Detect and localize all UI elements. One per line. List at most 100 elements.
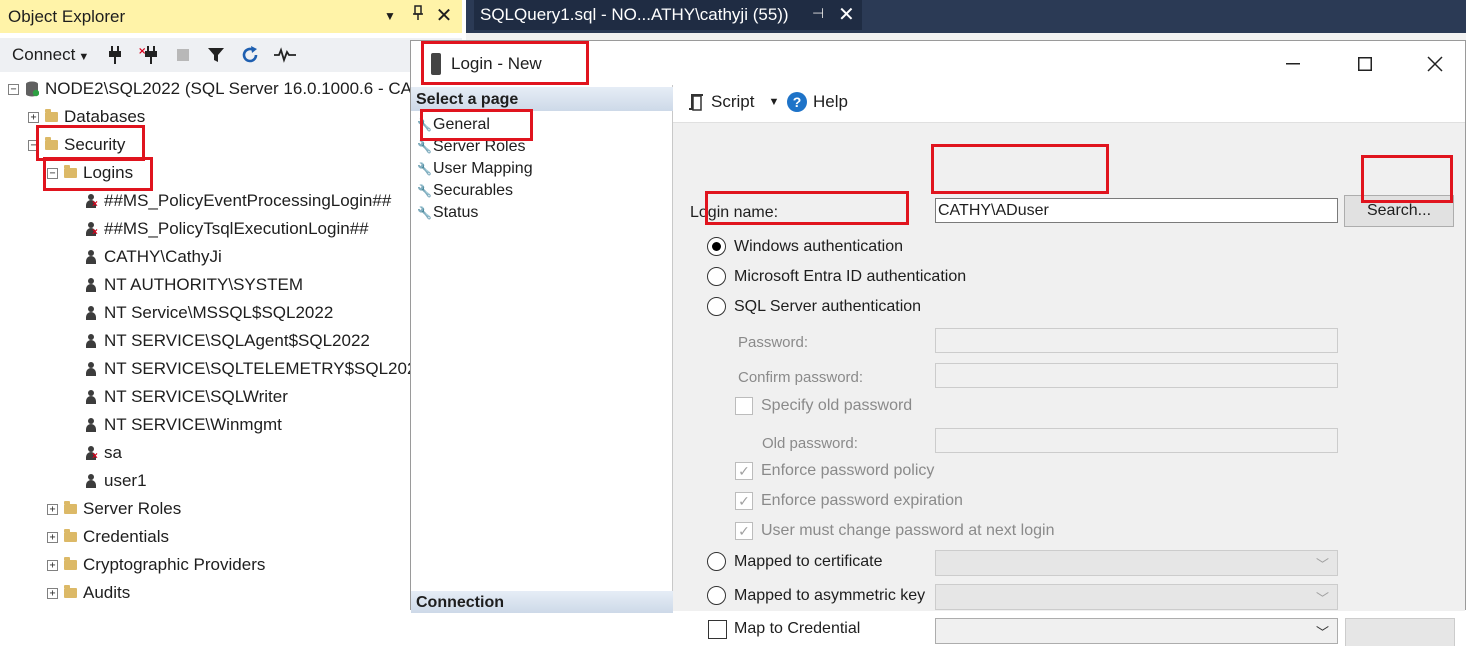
search-button[interactable]: Search...: [1344, 195, 1454, 227]
page-server-roles[interactable]: 🔧 Server Roles: [417, 136, 525, 158]
credential-combo[interactable]: ﹀: [935, 618, 1338, 644]
refresh-icon[interactable]: [237, 42, 263, 68]
activity-monitor-icon[interactable]: [272, 42, 298, 68]
login-item-label: NT AUTHORITY\SYSTEM: [104, 275, 303, 294]
tree-server-node[interactable]: − NODE2\SQL2022 (SQL Server 16.0.1000.6 …: [8, 75, 412, 103]
plug-icon[interactable]: [102, 42, 128, 68]
login-tree-item[interactable]: NT AUTHORITY\SYSTEM: [84, 271, 303, 299]
filter-icon[interactable]: [203, 42, 229, 68]
connect-button[interactable]: Connect ▼: [12, 45, 89, 65]
add-credential-button[interactable]: [1345, 618, 1455, 646]
confirm-password-input[interactable]: [935, 363, 1338, 388]
map-credential-checkbox[interactable]: [708, 620, 727, 639]
password-input[interactable]: [935, 328, 1338, 353]
general-page-content: Script ▼ ? Help Login name: CATHY\ADuser…: [673, 85, 1465, 646]
old-password-input[interactable]: [935, 428, 1338, 453]
object-explorer-panel: Object Explorer ▼ ✕ Connect ▼ × − NODE2\S: [0, 0, 462, 646]
enforce-policy-checkbox[interactable]: ✓: [735, 462, 753, 480]
dropdown-arrow-icon[interactable]: ▼: [380, 5, 400, 27]
pin-icon[interactable]: [408, 5, 428, 27]
tree-credentials-node[interactable]: + Credentials: [47, 523, 169, 551]
certificate-combo[interactable]: ﹀: [935, 550, 1338, 576]
login-tree-item[interactable]: user1: [84, 467, 147, 495]
page-securables[interactable]: 🔧 Securables: [417, 180, 513, 202]
server-icon: [26, 81, 39, 97]
dialog-close-icon[interactable]: [1415, 49, 1455, 79]
wrench-icon: 🔧: [417, 184, 432, 198]
tree-security-node[interactable]: − Security: [28, 131, 125, 159]
maximize-icon[interactable]: [1345, 49, 1385, 79]
enforce-policy-label: Enforce password policy: [761, 462, 935, 479]
wrench-icon: 🔧: [417, 162, 432, 176]
login-tree-item[interactable]: NT SERVICE\SQLAgent$SQL2022: [84, 327, 370, 355]
sql-auth-label[interactable]: SQL Server authentication: [734, 298, 921, 316]
tab-sqlquery1[interactable]: SQLQuery1.sql - NO...ATHY\cathyji (55)) …: [474, 0, 862, 30]
tree-server-roles-node[interactable]: + Server Roles: [47, 495, 181, 523]
mapped-asym-key-label[interactable]: Mapped to asymmetric key: [734, 587, 925, 605]
server-icon: [431, 53, 441, 75]
collapse-icon[interactable]: −: [8, 83, 19, 95]
collapse-icon[interactable]: −: [28, 139, 39, 151]
page-status-label: Status: [433, 204, 479, 221]
login-tree-item[interactable]: × ##MS_PolicyTsqlExecutionLogin##: [84, 215, 369, 243]
page-user-mapping-label: User Mapping: [433, 160, 533, 177]
page-status[interactable]: 🔧 Status: [417, 202, 478, 224]
login-tree-item[interactable]: × ##MS_PolicyEventProcessingLogin##: [84, 187, 391, 215]
entra-auth-label[interactable]: Microsoft Entra ID authentication: [734, 268, 966, 286]
map-credential-label[interactable]: Map to Credential: [734, 620, 860, 638]
login-tree-item[interactable]: NT SERVICE\SQLTELEMETRY$SQL2022: [84, 355, 426, 383]
close-icon[interactable]: ✕: [434, 5, 454, 27]
help-button[interactable]: ? Help: [787, 92, 848, 112]
login-tree-item[interactable]: NT SERVICE\Winmgmt: [84, 411, 282, 439]
disabled-user-icon: ×: [84, 445, 98, 462]
help-icon: ?: [787, 92, 807, 112]
mapped-certificate-radio[interactable]: [707, 552, 726, 571]
login-item-label: NT Service\MSSQL$SQL2022: [104, 303, 334, 322]
expand-icon[interactable]: +: [47, 559, 58, 571]
login-tree-item[interactable]: CATHY\CathyJi: [84, 243, 222, 271]
tab-pin-icon[interactable]: ⊣: [812, 5, 824, 22]
sql-auth-radio[interactable]: [707, 297, 726, 316]
expand-icon[interactable]: +: [47, 587, 58, 599]
user-icon: [84, 417, 98, 433]
windows-auth-label[interactable]: Windows authentication: [734, 238, 903, 256]
expand-icon[interactable]: +: [47, 531, 58, 543]
collapse-icon[interactable]: −: [47, 167, 58, 179]
login-name-input[interactable]: CATHY\ADuser: [935, 198, 1338, 223]
server-roles-label: Server Roles: [83, 499, 182, 518]
mapped-certificate-label[interactable]: Mapped to certificate: [734, 553, 883, 571]
enforce-expiration-checkbox[interactable]: ✓: [735, 492, 753, 510]
page-user-mapping[interactable]: 🔧 User Mapping: [417, 158, 533, 180]
expand-icon[interactable]: +: [47, 503, 58, 515]
script-button[interactable]: Script ▼: [687, 92, 779, 112]
stop-icon[interactable]: [170, 42, 196, 68]
login-tree-item[interactable]: NT Service\MSSQL$SQL2022: [84, 299, 333, 327]
must-change-checkbox[interactable]: ✓: [735, 522, 753, 540]
tab-close-icon[interactable]: ✕: [838, 2, 855, 27]
chevron-down-icon: ﹀: [1315, 591, 1329, 606]
expand-icon[interactable]: +: [28, 111, 39, 123]
help-label: Help: [813, 92, 848, 111]
login-tree-item[interactable]: × sa: [84, 439, 122, 467]
tree-databases-node[interactable]: + Databases: [28, 103, 145, 131]
login-tree-item[interactable]: NT SERVICE\SQLWriter: [84, 383, 288, 411]
login-item-label: NT SERVICE\SQLWriter: [104, 387, 288, 406]
login-name-label: Login name:: [690, 204, 779, 221]
specify-old-password-checkbox[interactable]: [735, 397, 753, 415]
windows-auth-radio[interactable]: [707, 237, 726, 256]
asym-key-combo[interactable]: ﹀: [935, 584, 1338, 610]
mapped-asym-key-radio[interactable]: [707, 586, 726, 605]
script-dropdown-icon[interactable]: ▼: [768, 96, 779, 108]
tree-logins-node[interactable]: − Logins: [47, 159, 133, 187]
login-new-dialog: Login - New Select a page 🔧 General 🔧 Serv…: [410, 40, 1466, 646]
old-password-label: Old password:: [762, 435, 858, 452]
script-label: Script: [711, 92, 755, 111]
disconnect-icon[interactable]: ×: [136, 42, 162, 68]
tree-cryptographic-providers-node[interactable]: + Cryptographic Providers: [47, 551, 265, 579]
tree-audits-node[interactable]: + Audits: [47, 579, 130, 607]
databases-label: Databases: [64, 107, 146, 126]
page-general[interactable]: 🔧 General: [417, 114, 490, 136]
user-icon: [84, 249, 98, 265]
entra-auth-radio[interactable]: [707, 267, 726, 286]
minimize-icon[interactable]: [1273, 49, 1313, 79]
